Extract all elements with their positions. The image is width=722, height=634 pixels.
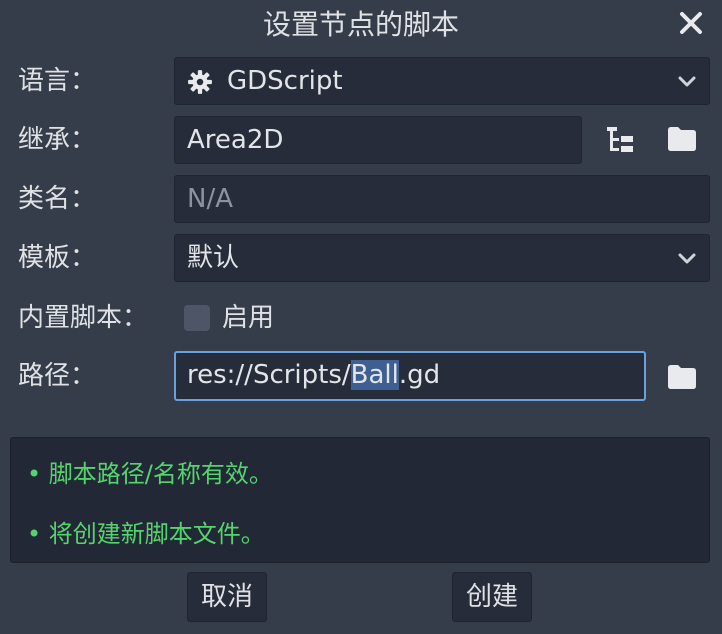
- class-tree-icon[interactable]: [604, 124, 636, 156]
- path-selection: Ball: [350, 360, 399, 390]
- class-name-field: N/A: [174, 175, 710, 223]
- gear-icon: [188, 70, 212, 94]
- create-button[interactable]: 创建: [452, 572, 532, 622]
- cancel-button[interactable]: 取消: [187, 572, 267, 622]
- path-input[interactable]: res://Scripts/Ball.gd: [174, 351, 646, 401]
- language-select[interactable]: GDScript: [174, 57, 710, 105]
- status-message: • 脚本路径/名称有效。: [27, 460, 273, 488]
- folder-icon[interactable]: [666, 360, 698, 392]
- chevron-down-icon: [678, 253, 696, 264]
- folder-icon[interactable]: [666, 122, 698, 154]
- inherits-field[interactable]: Area2D: [174, 116, 582, 164]
- language-value: GDScript: [227, 66, 343, 96]
- class-name-label: 类名：: [18, 184, 97, 214]
- close-icon[interactable]: [678, 10, 704, 36]
- template-label: 模板：: [18, 243, 97, 273]
- path-prefix: res://Scripts/: [187, 360, 351, 390]
- dialog-title: 设置节点的脚本: [262, 8, 459, 41]
- status-message: • 将创建新脚本文件。: [27, 520, 265, 548]
- path-label: 路径：: [18, 361, 97, 391]
- path-suffix: .gd: [398, 360, 441, 390]
- language-label: 语言：: [18, 66, 97, 96]
- status-message-box: • 脚本路径/名称有效。 • 将创建新脚本文件。: [10, 437, 710, 563]
- template-value: 默认: [187, 243, 240, 273]
- template-select[interactable]: 默认: [174, 234, 710, 282]
- inherits-label: 继承：: [18, 125, 97, 155]
- builtin-checkbox-label[interactable]: 启用: [222, 293, 274, 343]
- builtin-checkbox[interactable]: [184, 305, 210, 331]
- builtin-label: 内置脚本：: [18, 303, 149, 333]
- chevron-down-icon: [678, 76, 696, 87]
